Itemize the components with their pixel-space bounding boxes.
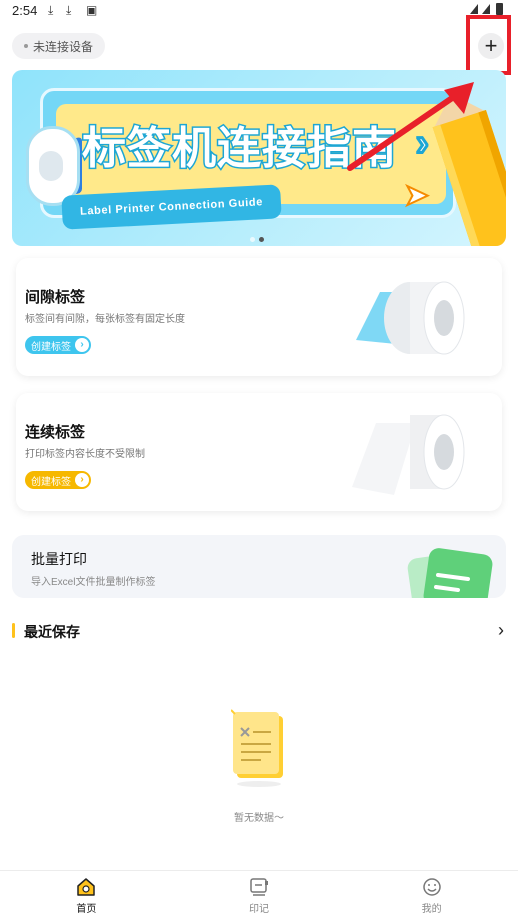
- chevron-right-icon[interactable]: ›: [498, 620, 504, 641]
- banner-pagination: [250, 237, 264, 242]
- nav-tab-stamp[interactable]: 印记: [173, 871, 346, 920]
- blue-label-roll-icon: [356, 281, 465, 355]
- arrow-right-icon: ›: [75, 338, 89, 352]
- red-arrow-annotation: [347, 82, 474, 171]
- stamp-icon: [250, 878, 268, 896]
- gap-label-title: 间隙标签: [25, 289, 86, 306]
- download-icon: ⤓: [48, 3, 54, 17]
- batch-print-title: 批量打印: [31, 551, 87, 567]
- recent-saved-title: 最近保存: [24, 624, 80, 640]
- download-icon: ⤓: [66, 3, 72, 17]
- empty-state: 暂无数据～: [0, 708, 518, 824]
- bottom-nav: 首页 印记 我的: [0, 870, 518, 920]
- highlight-box: [466, 15, 511, 75]
- home-icon: [77, 878, 96, 896]
- gap-label-desc: 标签间有间隙，每张标签有固定长度: [25, 314, 185, 325]
- create-continuous-label-button[interactable]: 创建标签 ›: [25, 471, 91, 489]
- excel-file-icon: [407, 548, 493, 598]
- nav-tab-profile[interactable]: 我的: [345, 871, 518, 920]
- recent-saved-header[interactable]: 最近保存 ›: [12, 620, 506, 642]
- pagination-dot-active: [259, 237, 264, 242]
- arrow-right-icon: ›: [75, 473, 89, 487]
- nav-label-profile: 我的: [421, 904, 442, 915]
- white-label-roll-icon: [352, 414, 465, 495]
- label-roll-icon: [26, 126, 80, 206]
- device-status-pill[interactable]: 未连接设备: [12, 33, 106, 59]
- batch-print-card[interactable]: 批量打印 导入Excel文件批量制作标签: [12, 535, 506, 598]
- create-gap-label-button[interactable]: 创建标签 ›: [25, 336, 91, 354]
- continuous-label-card[interactable]: 连续标签 打印标签内容长度不受限制 创建标签 ›: [16, 393, 502, 511]
- empty-state-text: 暂无数据～: [234, 813, 284, 824]
- notification-icon: ▣: [86, 3, 98, 17]
- batch-print-desc: 导入Excel文件批量制作标签: [31, 577, 156, 588]
- empty-document-icon: [230, 709, 283, 787]
- create-label-text: 创建标签: [31, 476, 71, 488]
- status-bar: 2:54 ⤓ ⤓ ▣: [0, 0, 518, 22]
- continuous-label-desc: 打印标签内容长度不受限制: [25, 449, 145, 460]
- nav-label-home: 首页: [76, 904, 97, 915]
- nav-label-stamp: 印记: [249, 904, 269, 915]
- cursor-icon: ➤: [403, 178, 430, 213]
- signal-battery-icon: [470, 3, 503, 15]
- pagination-dot: [250, 237, 255, 242]
- device-status-label: 未连接设备: [33, 39, 94, 54]
- profile-icon: [422, 878, 441, 896]
- gap-label-card[interactable]: 间隙标签 标签间有间隙，每张标签有固定长度 创建标签 ›: [16, 258, 502, 376]
- nav-tab-home[interactable]: 首页: [0, 871, 173, 920]
- create-label-text: 创建标签: [31, 341, 71, 353]
- section-accent-bar: [12, 623, 15, 638]
- status-time: 2:54: [12, 3, 38, 18]
- continuous-label-title: 连续标签: [25, 424, 86, 441]
- status-dot: [24, 44, 28, 48]
